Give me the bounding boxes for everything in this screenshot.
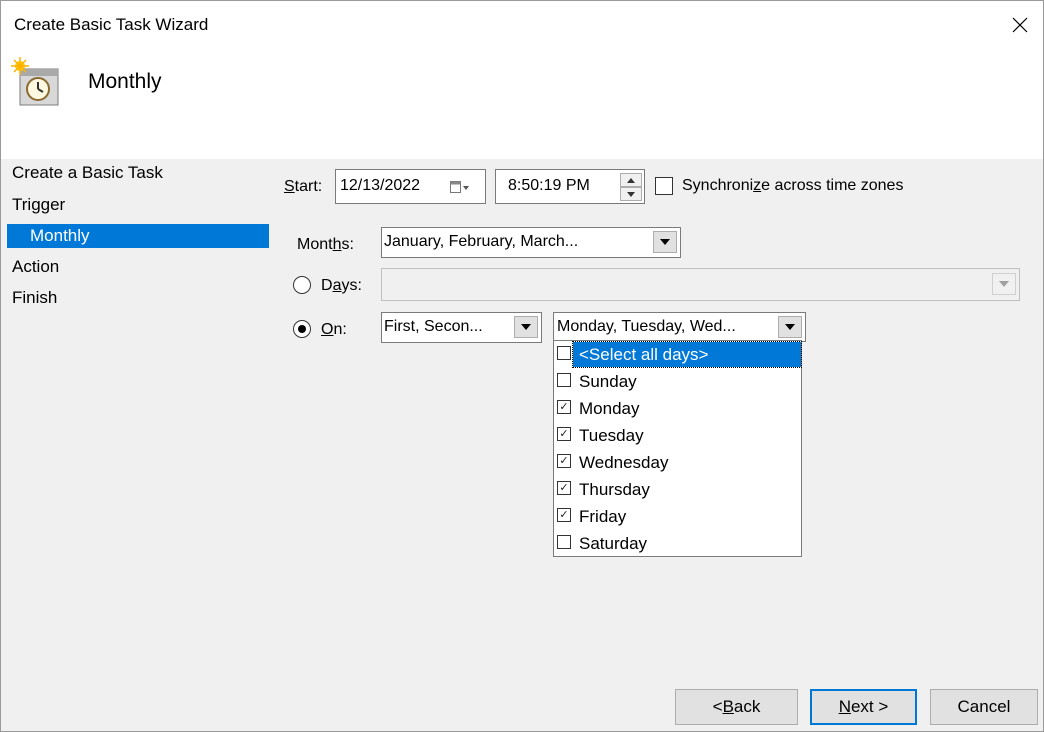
day-option-saturday[interactable]: Saturday bbox=[554, 530, 801, 556]
close-button[interactable] bbox=[997, 1, 1043, 49]
weekday-dropdown-list: <Select all days> Sunday ✓ Monday ✓ Tues… bbox=[553, 340, 802, 557]
option-label: Friday bbox=[579, 507, 627, 526]
day-option-tuesday[interactable]: ✓ Tuesday bbox=[554, 422, 801, 448]
step-monthly: Monthly bbox=[7, 224, 269, 248]
start-date-picker[interactable]: 12/13/2022 bbox=[335, 169, 486, 204]
week-occurrence-value: First, Secon... bbox=[384, 318, 483, 335]
days-dropdown[interactable] bbox=[381, 268, 1020, 301]
thursday-checkbox[interactable]: ✓ bbox=[557, 481, 571, 495]
chevron-down-icon bbox=[785, 324, 795, 330]
time-down-button[interactable] bbox=[620, 187, 642, 201]
chevron-down-icon bbox=[521, 324, 531, 330]
select-all-days-option[interactable]: <Select all days> bbox=[554, 341, 802, 368]
day-option-friday[interactable]: ✓ Friday bbox=[554, 503, 801, 529]
select-all-checkbox[interactable] bbox=[557, 346, 571, 360]
day-option-thursday[interactable]: ✓ Thursday bbox=[554, 476, 801, 502]
wednesday-checkbox[interactable]: ✓ bbox=[557, 454, 571, 468]
next-button[interactable]: Next > bbox=[810, 689, 917, 725]
option-label: Tuesday bbox=[579, 426, 644, 445]
months-dropdown-button[interactable] bbox=[653, 231, 677, 253]
sunday-checkbox[interactable] bbox=[557, 373, 571, 387]
spin-up-icon bbox=[627, 177, 635, 183]
days-label: Days: bbox=[321, 277, 362, 294]
step-trigger: Trigger bbox=[12, 195, 66, 214]
option-label: Monday bbox=[579, 399, 640, 418]
cancel-button[interactable]: Cancel bbox=[930, 689, 1038, 725]
day-option-monday[interactable]: ✓ Monday bbox=[554, 395, 801, 421]
week-occurrence-dropdown-button[interactable] bbox=[514, 316, 538, 338]
tuesday-checkbox[interactable]: ✓ bbox=[557, 427, 571, 441]
on-label: On: bbox=[321, 321, 347, 338]
day-option-wednesday[interactable]: ✓ Wednesday bbox=[554, 449, 801, 475]
back-button[interactable]: < Back bbox=[675, 689, 798, 725]
option-label: Sunday bbox=[579, 372, 637, 391]
on-radio[interactable] bbox=[293, 320, 311, 338]
option-label: Wednesday bbox=[579, 453, 669, 472]
start-date-value: 12/13/2022 bbox=[340, 177, 421, 194]
option-label: Saturday bbox=[579, 534, 648, 553]
weekday-value: Monday, Tuesday, Wed... bbox=[557, 318, 736, 335]
sync-timezones-checkbox[interactable] bbox=[655, 177, 673, 195]
start-label: Start: bbox=[284, 178, 323, 195]
saturday-checkbox[interactable] bbox=[557, 535, 571, 549]
wizard-header: Monthly bbox=[1, 49, 1043, 159]
start-time-field[interactable]: 8:50:19 PM bbox=[495, 169, 645, 204]
step-create-basic-task: Create a Basic Task bbox=[12, 163, 163, 182]
chevron-down-icon bbox=[660, 239, 670, 245]
window-title: Create Basic Task Wizard bbox=[14, 15, 209, 34]
weekday-dropdown[interactable]: Monday, Tuesday, Wed... bbox=[553, 312, 806, 342]
page-title: Monthly bbox=[88, 70, 162, 93]
sync-timezones-label: Synchronize across time zones bbox=[682, 177, 904, 194]
day-option-sunday[interactable]: Sunday bbox=[554, 368, 801, 394]
close-icon bbox=[1012, 17, 1028, 33]
time-up-button[interactable] bbox=[620, 173, 642, 187]
clock-calendar-icon bbox=[11, 57, 59, 106]
option-label: Thursday bbox=[579, 480, 650, 499]
step-finish: Finish bbox=[12, 288, 58, 307]
days-dropdown-button[interactable] bbox=[992, 273, 1016, 295]
chevron-down-icon bbox=[999, 281, 1009, 287]
friday-checkbox[interactable]: ✓ bbox=[557, 508, 571, 522]
days-radio[interactable] bbox=[293, 276, 311, 294]
calendar-dropdown-icon[interactable] bbox=[450, 181, 470, 194]
step-action: Action bbox=[12, 257, 60, 276]
week-occurrence-dropdown[interactable]: First, Secon... bbox=[381, 312, 542, 343]
start-time-value: 8:50:19 PM bbox=[508, 177, 590, 194]
weekday-dropdown-button[interactable] bbox=[778, 316, 802, 338]
option-label: <Select all days> bbox=[579, 345, 709, 364]
months-value: January, February, March... bbox=[384, 233, 579, 250]
spin-down-icon bbox=[627, 191, 635, 197]
title-bar: Create Basic Task Wizard bbox=[1, 1, 1043, 49]
wizard-window: Create Basic Task Wizard Monthly Create … bbox=[0, 0, 1044, 732]
monday-checkbox[interactable]: ✓ bbox=[557, 400, 571, 414]
months-label: Months: bbox=[297, 236, 354, 253]
months-dropdown[interactable]: January, February, March... bbox=[381, 227, 681, 258]
